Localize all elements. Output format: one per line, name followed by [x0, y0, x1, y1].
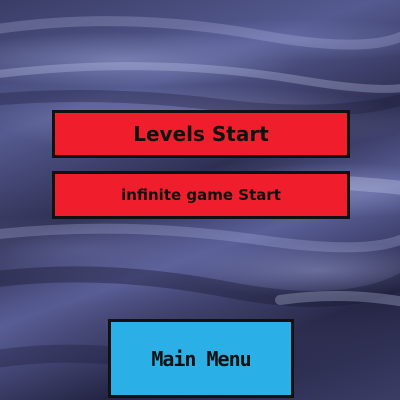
levels-start-label: Levels Start — [133, 122, 269, 146]
infinite-game-start-button[interactable]: infinite game Start — [52, 171, 350, 219]
main-menu-label: Main Menu — [151, 346, 251, 371]
infinite-game-start-label: infinite game Start — [121, 186, 281, 204]
levels-start-button[interactable]: Levels Start — [52, 110, 350, 158]
main-menu-button[interactable]: Main Menu — [108, 319, 294, 398]
